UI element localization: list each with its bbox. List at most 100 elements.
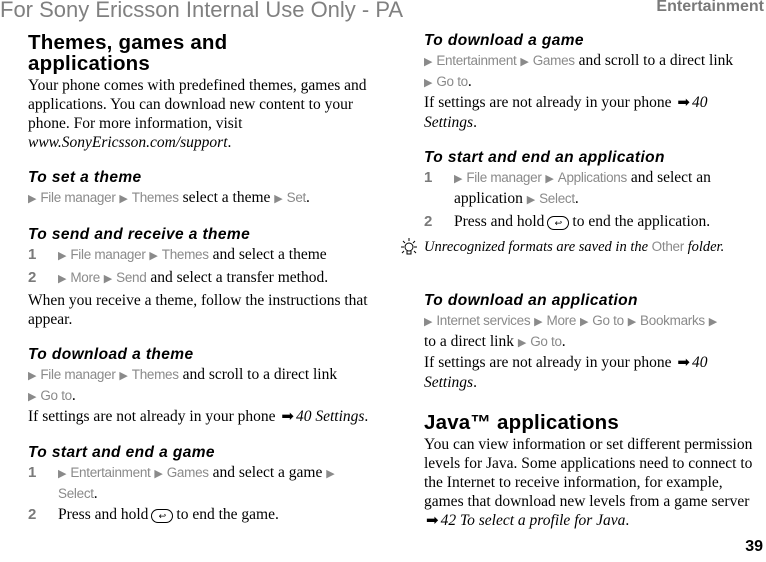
instruction-text: If settings are not already in your phon…	[424, 354, 672, 371]
triangle-icon: ▶	[424, 77, 433, 89]
triangle-icon: ▶	[454, 173, 463, 185]
triangle-icon: ▶	[326, 468, 335, 480]
page-number: 39	[745, 538, 763, 555]
triangle-icon: ▶	[534, 316, 543, 328]
start-app-heading: To start and end an application	[424, 149, 665, 166]
download-theme-heading: To download a theme	[28, 346, 194, 363]
java-profile-reference[interactable]: 42 To select a profile for Java	[441, 512, 626, 529]
page-title: Themes, games and applications	[28, 32, 373, 74]
menu-go-to: Go to	[40, 388, 72, 403]
step-number: 1	[424, 169, 433, 186]
download-game-heading: To download a game	[424, 32, 584, 49]
instruction-text: to a direct link	[424, 333, 514, 350]
download-theme-instructions: ▶ File manager ▶ Themes and scroll to a …	[28, 366, 369, 425]
instruction-text: select a theme	[182, 189, 271, 206]
triangle-icon: ▶	[58, 468, 67, 480]
step-number: 2	[28, 506, 37, 523]
instruction-text: If settings are not already in your phon…	[424, 94, 672, 111]
page-title-line1: Themes, games and	[28, 31, 228, 54]
triangle-icon: ▶	[579, 316, 589, 328]
triangle-icon: ▶	[154, 468, 163, 480]
step-body: ▶ File manager ▶ Themes and select a the…	[58, 245, 373, 266]
triangle-icon: ▶	[708, 316, 718, 328]
arrow-right-icon: ➡	[281, 409, 294, 425]
menu-file-manager: File manager	[466, 170, 542, 185]
right-column: To download a game ▶ Entertainment ▶ Gam…	[401, 32, 764, 531]
download-app-instructions: ▶ Internet services ▶ More ▶ Go to ▶ Boo…	[424, 313, 718, 391]
tip-text-a: Unrecognized formats are saved in the	[424, 239, 649, 255]
menu-bookmarks: Bookmarks	[640, 313, 705, 328]
triangle-icon: ▶	[424, 316, 433, 328]
menu-other: Other	[651, 239, 685, 254]
set-theme-heading: To set a theme	[28, 169, 142, 186]
step-body: ▶ File manager ▶ Applications and select…	[454, 169, 711, 207]
menu-themes: Themes	[161, 247, 209, 262]
menu-file-manager: File manager	[70, 247, 146, 262]
set-theme-instructions: ▶ File manager ▶ Themes select a theme ▶…	[28, 189, 310, 206]
menu-go-to: Go to	[436, 74, 468, 89]
triangle-icon: ▶	[520, 56, 529, 68]
menu-go-to: Go to	[592, 313, 624, 328]
triangle-icon: ▶	[119, 370, 128, 382]
step: 2 Press and hold ↩ to end the game.	[28, 505, 373, 524]
triangle-icon: ▶	[28, 193, 37, 205]
step-body: Press and hold ↩ to end the application.	[454, 212, 764, 231]
java-body: You can view information or set differen…	[424, 436, 753, 510]
instruction-text: and select a game	[212, 464, 323, 481]
send-theme-heading: To send and receive a theme	[28, 226, 251, 243]
java-title: Java™ applications	[424, 411, 620, 434]
menu-more: More	[546, 313, 577, 328]
menu-themes: Themes	[131, 367, 179, 382]
tip-note: Unrecognized formats are saved in the Ot…	[398, 237, 764, 264]
instruction-text: to end the game.	[176, 506, 279, 523]
intro-text: Your phone comes with predefined themes,…	[28, 77, 367, 132]
step-number: 1	[28, 464, 37, 481]
step: 1 ▶ File manager ▶ Applications and sele…	[424, 168, 764, 210]
support-link[interactable]: www.SonyEricsson.com/support	[28, 134, 228, 151]
instruction-text: Press and hold	[454, 213, 545, 230]
step-number: 2	[28, 269, 37, 286]
menu-themes: Themes	[131, 190, 179, 205]
arrow-right-icon: ➡	[426, 513, 439, 529]
menu-internet-services: Internet services	[436, 313, 531, 328]
arrow-right-icon: ➡	[677, 355, 690, 371]
step: 2 Press and hold ↩ to end the application.	[424, 212, 764, 231]
triangle-icon: ▶	[627, 316, 637, 328]
receive-theme-note: When you receive a theme, follow the ins…	[28, 292, 368, 328]
menu-select: Select	[539, 191, 575, 206]
download-app-heading: To download an application	[424, 292, 638, 309]
step-number: 2	[424, 213, 433, 230]
menu-send: Send	[116, 270, 147, 285]
triangle-icon: ▶	[119, 193, 128, 205]
step-number: 1	[28, 246, 37, 263]
menu-applications: Applications	[557, 170, 628, 185]
back-key-icon: ↩	[151, 509, 174, 523]
step: 1 ▶ File manager ▶ Themes and select a t…	[28, 245, 373, 266]
menu-go-to: Go to	[530, 334, 562, 349]
triangle-icon: ▶	[149, 250, 158, 262]
instruction-text: and scroll to a direct link	[182, 366, 338, 383]
step: 1 ▶ Entertainment ▶ Games and select a g…	[28, 463, 373, 503]
instruction-text: If settings are not already in your phon…	[28, 408, 276, 425]
java-paragraph: You can view information or set differen…	[424, 436, 753, 529]
menu-select: Select	[58, 486, 94, 501]
menu-set: Set	[286, 190, 307, 205]
watermark: For Sony Ericsson Internal Use Only - PA	[0, 0, 404, 22]
page-title-line2: applications	[28, 52, 151, 75]
download-game-instructions: ▶ Entertainment ▶ Games and scroll to a …	[424, 52, 734, 131]
triangle-icon: ▶	[274, 193, 283, 205]
instruction-text: Press and hold	[58, 506, 149, 523]
menu-more: More	[70, 270, 100, 285]
menu-entertainment: Entertainment	[436, 53, 517, 68]
start-game-heading: To start and end a game	[28, 444, 215, 461]
instruction-text: and select a theme	[212, 246, 327, 263]
settings-reference[interactable]: 40 Settings	[296, 408, 364, 425]
triangle-icon: ▶	[58, 250, 67, 262]
triangle-icon: ▶	[28, 391, 37, 403]
back-key-icon: ↩	[547, 216, 570, 230]
left-column: Themes, games and applications Your phone…	[28, 32, 373, 526]
lightbulb-icon	[398, 237, 424, 264]
step-body: ▶ More ▶ Send and select a transfer meth…	[58, 268, 373, 289]
menu-entertainment: Entertainment	[70, 465, 151, 480]
triangle-icon: ▶	[58, 273, 67, 285]
